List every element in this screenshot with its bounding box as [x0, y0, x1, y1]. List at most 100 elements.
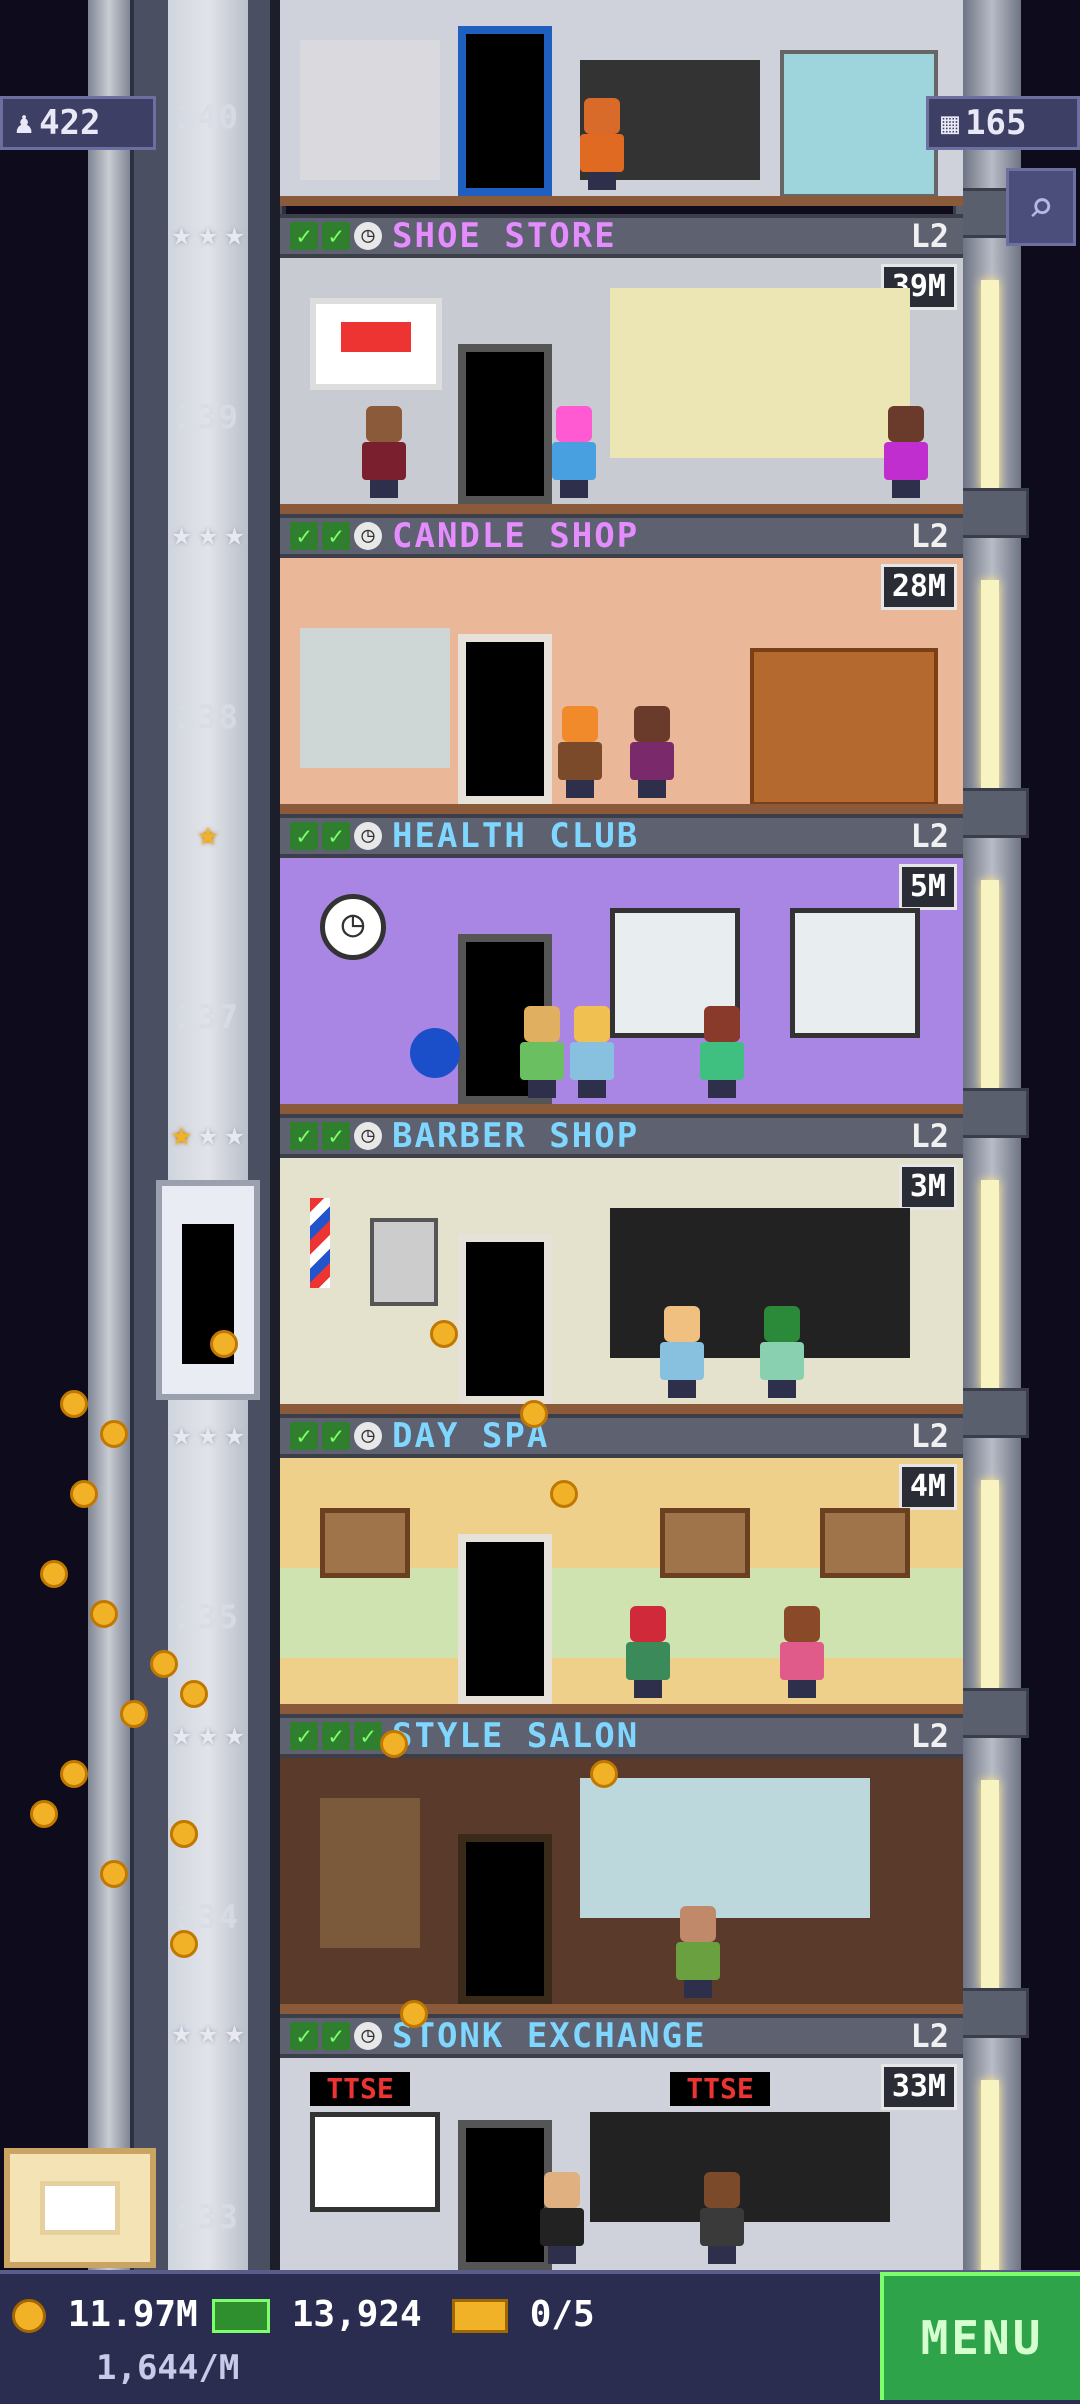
coins-display[interactable]: 11.97M [12, 2294, 198, 2335]
floor-counter[interactable]: ▦ 165 [926, 96, 1080, 150]
floor-header-barber-shop[interactable]: ✓ ✓ ◷ BARBER SHOP L2 [280, 1114, 963, 1158]
person[interactable] [700, 1006, 744, 1098]
star-icon: ★ [197, 2012, 219, 2052]
coin-icon [550, 1480, 578, 1508]
person[interactable] [558, 706, 602, 798]
person[interactable] [570, 1006, 614, 1098]
star-icon: ★ [197, 514, 219, 554]
shaft-floor-number: 137 [176, 998, 240, 1036]
floor-stonk-exchange[interactable]: 33M TTSE TTSE [280, 2058, 963, 2270]
person[interactable] [552, 406, 596, 498]
shoe-poster [310, 298, 442, 390]
floor-name: CANDLE SHOP [392, 516, 640, 556]
floor-barber-shop[interactable]: 3M [280, 1158, 963, 1414]
pillar-light [981, 580, 999, 790]
status-icons: ✓ ✓ ◷ [290, 2022, 382, 2050]
floor-day-spa[interactable]: 4M [280, 1458, 963, 1714]
check-icon: ✓ [290, 1722, 318, 1750]
floor-header-day-spa[interactable]: ✓ ✓ ◷ DAY SPA L2 [280, 1414, 963, 1458]
gold-star-icon: ★ [197, 814, 219, 854]
bux-display[interactable]: 13,924 [212, 2294, 422, 2335]
inventory-box-button[interactable] [4, 2148, 156, 2268]
coin-icon [170, 1930, 198, 1958]
floor-level: L2 [910, 1417, 949, 1455]
star-icon: ★ [197, 1714, 219, 1754]
person[interactable] [884, 406, 928, 498]
coin-icon [150, 1650, 178, 1678]
floor-level: L2 [910, 1717, 949, 1755]
coins-value: 11.97M [67, 2294, 198, 2335]
floor-shoe-store[interactable]: 39M [280, 258, 963, 514]
person[interactable] [660, 1306, 704, 1398]
person[interactable] [520, 1006, 564, 1098]
floor-style-salon[interactable] [280, 1758, 963, 2014]
person[interactable] [780, 1606, 824, 1698]
floor-header-candle-shop[interactable]: ✓ ✓ ◷ CANDLE SHOP L2 [280, 514, 963, 558]
floor-header-stonk-exchange[interactable]: ✓ ✓ ◷ STONK EXCHANGE L2 [280, 2014, 963, 2058]
search-button[interactable]: ⌕ [1006, 168, 1076, 246]
star-icon: ★ [171, 1414, 192, 1454]
floor-income-badge: 5M [898, 864, 957, 910]
check-icon: ✓ [354, 1722, 382, 1750]
star-icon: ★ [171, 514, 192, 554]
floor-name: STYLE SALON [392, 1716, 640, 1756]
pillar-light [981, 1180, 999, 1390]
coin-icon [590, 1760, 618, 1788]
coin-icon [380, 1730, 408, 1758]
floor-door [458, 26, 552, 196]
status-icons: ✓ ✓ ◷ [290, 1122, 382, 1150]
coin-icon [430, 1320, 458, 1348]
floor-header-health-club[interactable]: ✓ ✓ ◷ HEALTH CLUB L2 [280, 814, 963, 858]
left-tower-pillar [88, 0, 130, 2270]
clock-icon: ◷ [354, 522, 382, 550]
display-case [780, 50, 938, 196]
person[interactable] [630, 706, 674, 798]
floor-level: L2 [910, 2017, 949, 2055]
floor-income-badge: 28M [880, 564, 957, 610]
person[interactable] [676, 1906, 720, 1998]
elevator-car[interactable] [156, 1180, 260, 1400]
floor-level: L2 [910, 817, 949, 855]
coin-icon [180, 1680, 208, 1708]
check-icon: ✓ [322, 1122, 350, 1150]
floor-header-shoe-store[interactable]: ✓ ✓ ◷ SHOE STORE L2 [280, 214, 963, 258]
pillar-light [981, 1780, 999, 1990]
stock-chart-board [310, 2112, 440, 2212]
floor-top-partial[interactable] [280, 0, 963, 206]
coin-icon [100, 1420, 128, 1448]
coin-icon [520, 1400, 548, 1428]
pillar-bracket [953, 1688, 1029, 1738]
floor-candle-shop[interactable]: 28M [280, 558, 963, 814]
elevator-shaft[interactable]: 140 ★ ★ ★ 139 ★ ★ ★ 138 ★ 137 ★ ★ ★ ★ ★ ★ 135 ★ ★… [130, 0, 286, 2270]
wall-poster [370, 1218, 438, 1306]
floor-stars: ★ ★ ★ [134, 1714, 282, 1754]
tower-bux-icon [212, 2299, 270, 2333]
person[interactable] [760, 1306, 804, 1398]
menu-button[interactable]: MENU [880, 2272, 1080, 2400]
coin-icon [210, 1330, 238, 1358]
shaft-floor-number: 138 [176, 698, 240, 736]
status-icons: ✓ ✓ ◷ [290, 222, 382, 250]
clock-icon: ◷ [320, 894, 386, 960]
clock-icon: ◷ [354, 1122, 382, 1150]
population-counter[interactable]: ♟ 422 [0, 96, 156, 150]
exercise-ball [410, 1028, 460, 1078]
person[interactable] [580, 98, 624, 190]
floor-health-club[interactable]: 5M ◷ [280, 858, 963, 1114]
golden-ticket-icon [452, 2299, 508, 2333]
person[interactable] [362, 406, 406, 498]
person[interactable] [626, 1606, 670, 1698]
floor-stars: ★ [134, 814, 282, 854]
barber-pole [310, 1198, 330, 1288]
salon-shelf [320, 1798, 420, 1948]
shaft-divider [270, 0, 280, 2270]
tickets-display[interactable]: 0/5 [452, 2294, 595, 2335]
star-icon: ★ [171, 2012, 192, 2052]
candle-rack [300, 628, 450, 768]
search-icon: ⌕ [1027, 181, 1055, 233]
check-icon: ✓ [290, 1122, 318, 1150]
person[interactable] [700, 2172, 744, 2264]
stonk-sign: TTSE [310, 2072, 410, 2106]
person[interactable] [540, 2172, 584, 2264]
check-icon: ✓ [290, 822, 318, 850]
